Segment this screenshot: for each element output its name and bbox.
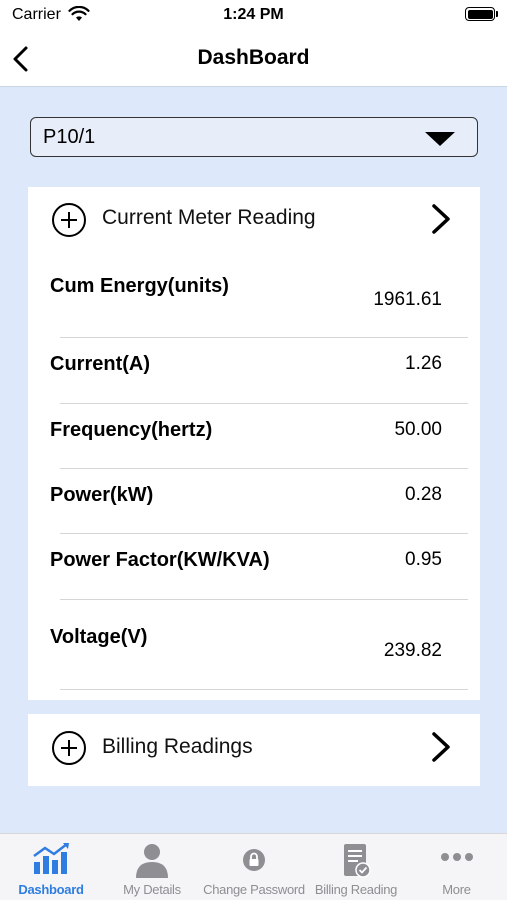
more-icon [440,853,473,861]
current-label: Current(A) [50,353,150,375]
current-value: 1.26 [405,353,442,374]
person-icon [136,844,168,878]
power-factor-value: 0.95 [405,549,442,570]
nav-bar: DashBoard [0,30,507,87]
tab-dashboard-label: Dashboard [18,882,84,897]
power-label: Power(kW) [50,484,154,506]
row-divider [60,403,468,404]
chevron-right-icon [432,204,450,234]
chart-icon [33,843,69,874]
power-value: 0.28 [405,484,442,505]
tab-bar: Dashboard My Details Change Password Bil… [0,833,507,900]
tab-billing-reading-label: Billing Reading [314,882,398,897]
voltage-value: 239.82 [383,640,442,661]
voltage-label: Voltage(V) [50,626,148,648]
plus-circle-icon [52,731,86,765]
page-title: DashBoard [197,46,310,69]
row-divider [60,468,468,469]
current-meter-reading-header[interactable]: Current Meter Reading [28,187,480,249]
billing-readings-title: Billing Readings [102,735,253,758]
lock-icon [243,849,265,871]
status-time: 1:24 PM [223,6,284,23]
chevron-right-icon [432,732,450,762]
battery-icon [465,7,498,21]
status-bar: Carrier 1:24 PM [0,0,507,30]
billing-readings-header[interactable]: Billing Readings [28,714,480,786]
row-divider [60,533,468,534]
cum-energy-label: Cum Energy(units) [50,275,229,297]
cum-energy-value: 1961.61 [373,289,442,310]
tab-billing-reading[interactable]: Billing Reading [306,834,406,900]
power-factor-label: Power Factor(KW/KVA) [50,549,270,571]
frequency-label: Frequency(hertz) [50,419,213,441]
plus-circle-icon [52,203,86,237]
dropdown-triangle-icon [425,132,455,146]
tab-more[interactable]: More [406,834,507,900]
tab-my-details[interactable]: My Details [102,834,202,900]
meter-selector-value: P10/1 [43,126,96,148]
meter-selector[interactable]: P10/1 [30,117,478,157]
current-meter-reading-card: Current Meter Reading Cum Energy(units) … [28,187,480,700]
billing-readings-card[interactable]: Billing Readings [28,714,480,786]
tab-change-password[interactable]: Change Password [202,834,306,900]
frequency-value: 50.00 [394,419,442,440]
row-divider [60,689,468,690]
tab-dashboard[interactable]: Dashboard [0,834,102,900]
row-divider [60,337,468,338]
tab-change-password-label: Change Password [203,882,305,897]
tab-my-details-label: My Details [123,882,181,897]
bill-icon [344,844,371,878]
tab-more-label: More [442,882,471,897]
current-meter-reading-title: Current Meter Reading [102,206,316,229]
row-divider [60,599,468,600]
